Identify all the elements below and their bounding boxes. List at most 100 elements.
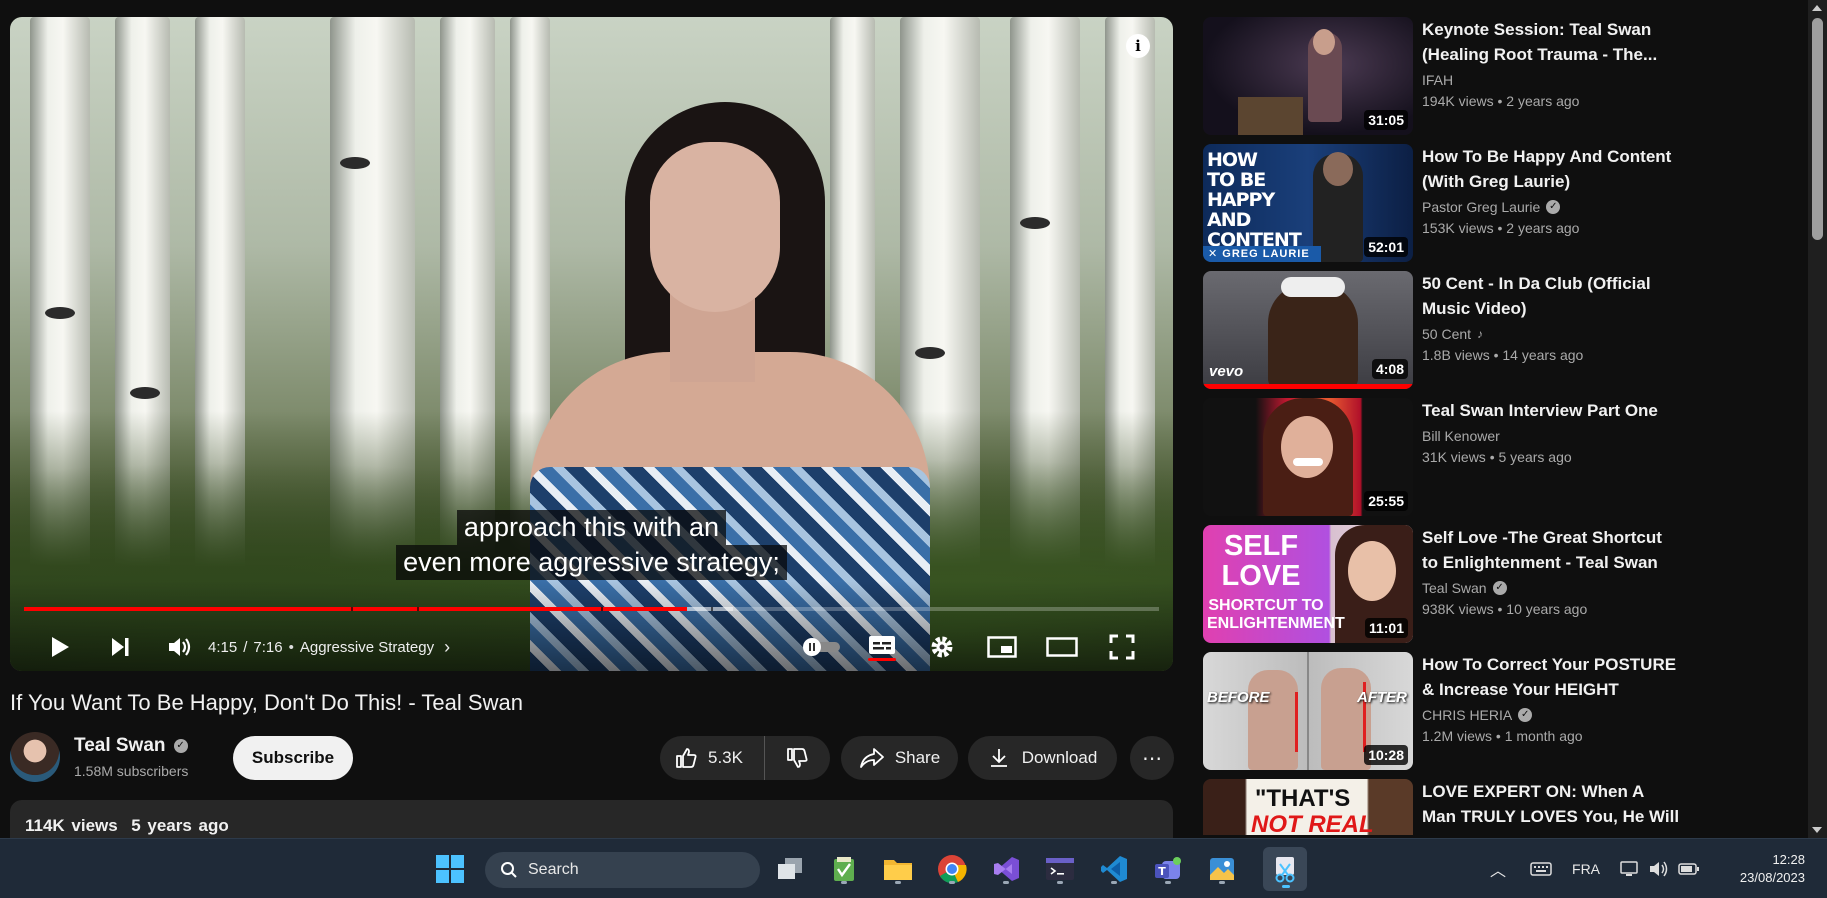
snipping-tool-icon[interactable] xyxy=(1263,847,1307,891)
related-channel[interactable]: IFAH xyxy=(1422,72,1453,88)
volume-icon xyxy=(169,638,191,656)
video-thumbnail[interactable]: HOW TO BE HAPPY AND CONTENT ✕ GREG LAURI… xyxy=(1203,144,1413,262)
related-video-item[interactable]: HOW TO BE HAPPY AND CONTENT ✕ GREG LAURI… xyxy=(1203,144,1683,262)
page-scrollbar[interactable] xyxy=(1808,0,1827,838)
autoplay-toggle[interactable] xyxy=(800,627,844,667)
channel-name-text[interactable]: Teal Swan xyxy=(74,735,166,757)
task-view-icon[interactable] xyxy=(772,851,808,887)
related-meta: 153K views • 2 years ago xyxy=(1422,220,1580,236)
channel-avatar[interactable] xyxy=(10,732,60,782)
clock-date: 23/08/2023 xyxy=(1739,870,1805,885)
terminal-icon[interactable] xyxy=(1042,851,1078,887)
related-video-item[interactable]: "THAT'S NOT REAL LOVE EXPERT ON: When A … xyxy=(1203,779,1683,835)
caption-line-2: even more aggressive strategy; xyxy=(396,545,787,580)
taskbar-search[interactable]: Search xyxy=(485,852,760,888)
related-title[interactable]: LOVE EXPERT ON: When A Man TRULY LOVES Y… xyxy=(1422,779,1682,829)
progress-bar[interactable] xyxy=(24,607,1159,611)
visual-studio-icon[interactable] xyxy=(988,851,1024,887)
related-title[interactable]: How To Correct Your POSTURE & Increase Y… xyxy=(1422,652,1682,702)
related-video-item[interactable]: 31:05 Keynote Session: Teal Swan (Healin… xyxy=(1203,17,1683,135)
fullscreen-button[interactable] xyxy=(1100,627,1144,667)
view-count: 114K views xyxy=(25,816,118,835)
info-button[interactable]: i xyxy=(1126,34,1150,58)
scroll-thumb[interactable] xyxy=(1812,18,1823,240)
related-channel[interactable]: 50 Cent xyxy=(1422,326,1471,342)
subscribe-button[interactable]: Subscribe xyxy=(233,736,353,780)
channel-name[interactable]: Teal Swan ✓ xyxy=(74,735,188,757)
theater-mode-button[interactable] xyxy=(1040,627,1084,667)
related-channel[interactable]: Bill Kenower xyxy=(1422,428,1500,444)
language-indicator[interactable]: FRA xyxy=(1572,861,1600,877)
download-button[interactable]: Download xyxy=(968,736,1117,780)
chevron-right-icon[interactable]: › xyxy=(444,637,450,658)
battery-icon[interactable] xyxy=(1678,862,1700,876)
chevron-up-icon[interactable]: ︿ xyxy=(1490,857,1506,881)
more-actions-button[interactable]: ⋯ xyxy=(1130,736,1174,780)
more-horizontal-icon: ⋯ xyxy=(1142,747,1162,770)
scroll-up-icon[interactable] xyxy=(1812,5,1822,11)
chapter-separator: • xyxy=(288,638,294,656)
related-video-item[interactable]: vevo 4:08 50 Cent - In Da Club (Official… xyxy=(1203,271,1683,389)
system-tray: ︿ FRA xyxy=(1490,839,1700,898)
related-channel[interactable]: CHRIS HERIA xyxy=(1422,707,1512,723)
subtitles-button[interactable] xyxy=(860,627,904,667)
related-video-item[interactable]: SELF LOVE SHORTCUT TO ENLIGHTENMENT 11:0… xyxy=(1203,525,1683,643)
scroll-down-icon[interactable] xyxy=(1812,827,1822,833)
related-video-item[interactable]: 25:55 Teal Swan Interview Part One Bill … xyxy=(1203,398,1683,516)
notepad-icon[interactable] xyxy=(826,851,862,887)
related-channel[interactable]: Pastor Greg Laurie xyxy=(1422,199,1540,215)
dislike-button[interactable] xyxy=(765,736,829,780)
svg-text:T: T xyxy=(1158,865,1166,878)
clock-time: 12:28 xyxy=(1772,852,1805,867)
search-placeholder: Search xyxy=(528,861,579,878)
video-player[interactable]: i approach this with an even more aggres… xyxy=(10,17,1173,671)
file-explorer-icon[interactable] xyxy=(880,851,916,887)
play-button[interactable] xyxy=(40,627,80,667)
thumbs-up-icon xyxy=(676,748,697,768)
video-duration: 4:08 xyxy=(1371,359,1408,379)
speaker-icon[interactable] xyxy=(1648,860,1670,878)
related-title[interactable]: Self Love -The Great Shortcut to Enlight… xyxy=(1422,525,1682,575)
related-video-item[interactable]: BEFORE AFTER 10:28 How To Correct Your P… xyxy=(1203,652,1683,770)
network-icon[interactable] xyxy=(1620,860,1640,878)
video-duration: 11:01 xyxy=(1364,618,1408,638)
video-thumbnail[interactable]: 31:05 xyxy=(1203,17,1413,135)
windows-start-icon[interactable] xyxy=(432,851,468,887)
related-title[interactable]: 50 Cent - In Da Club (Official Music Vid… xyxy=(1422,271,1682,321)
volume-button[interactable] xyxy=(160,627,200,667)
chapter-title[interactable]: Aggressive Strategy xyxy=(300,639,434,656)
video-thumbnail[interactable]: SELF LOVE SHORTCUT TO ENLIGHTENMENT 11:0… xyxy=(1203,525,1413,643)
video-thumbnail[interactable]: 25:55 xyxy=(1203,398,1413,516)
video-duration: 25:55 xyxy=(1364,491,1408,511)
like-button[interactable]: 5.3K xyxy=(660,736,765,780)
windows-taskbar: Search T ︿ FRA 12:28 23/08/2023 xyxy=(0,838,1827,898)
video-thumbnail[interactable]: "THAT'S NOT REAL xyxy=(1203,779,1413,835)
total-duration: 7:16 xyxy=(253,638,283,656)
settings-button[interactable] xyxy=(920,627,964,667)
gallery-icon[interactable] xyxy=(1204,851,1240,887)
vscode-icon[interactable] xyxy=(1096,851,1132,887)
clock[interactable]: 12:28 23/08/2023 xyxy=(1740,851,1805,887)
related-meta: 1.2M views • 1 month ago xyxy=(1422,728,1583,744)
related-meta: 194K views • 2 years ago xyxy=(1422,93,1580,109)
related-meta: 938K views • 10 years ago xyxy=(1422,601,1588,617)
fullscreen-icon xyxy=(1109,634,1135,660)
share-button[interactable]: Share xyxy=(841,736,958,780)
teams-icon[interactable]: T xyxy=(1150,851,1186,887)
video-thumbnail[interactable]: vevo 4:08 xyxy=(1203,271,1413,389)
thumbs-down-icon xyxy=(787,748,808,768)
video-thumbnail[interactable]: BEFORE AFTER 10:28 xyxy=(1203,652,1413,770)
related-channel[interactable]: Teal Swan xyxy=(1422,580,1487,596)
next-icon xyxy=(112,638,129,656)
time-separator: / xyxy=(243,638,248,656)
video-duration: 52:01 xyxy=(1364,237,1408,257)
chrome-icon[interactable] xyxy=(934,851,970,887)
next-button[interactable] xyxy=(100,627,140,667)
keyboard-icon[interactable] xyxy=(1530,861,1552,877)
miniplayer-button[interactable] xyxy=(980,627,1024,667)
thumbnail-text: BEFORE xyxy=(1207,689,1270,706)
related-title[interactable]: Keynote Session: Teal Swan (Healing Root… xyxy=(1422,17,1682,67)
related-title[interactable]: Teal Swan Interview Part One xyxy=(1422,398,1682,423)
vevo-logo: vevo xyxy=(1209,363,1244,380)
related-title[interactable]: How To Be Happy And Content (With Greg L… xyxy=(1422,144,1682,194)
